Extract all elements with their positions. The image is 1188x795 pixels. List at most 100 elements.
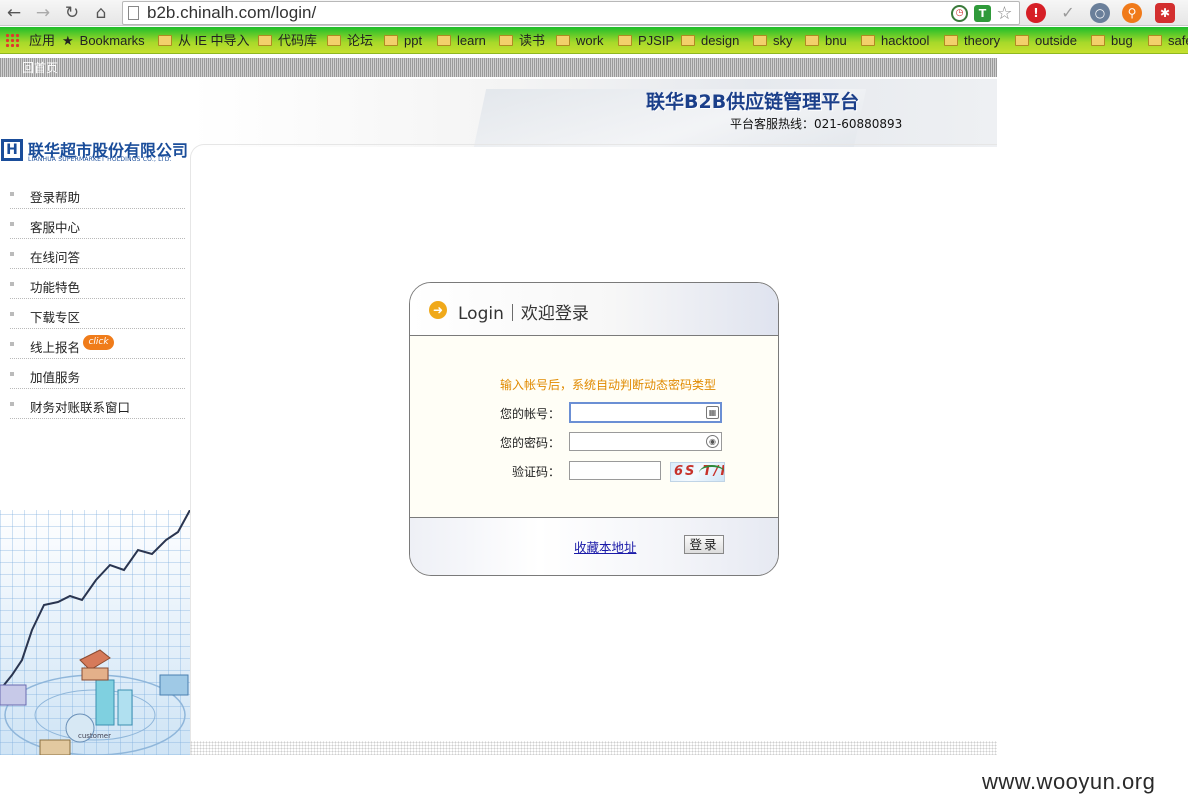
bullet-icon xyxy=(10,372,14,376)
bookmark-item[interactable]: work xyxy=(556,32,603,50)
url-text[interactable]: b2b.chinalh.com/login/ xyxy=(147,3,316,23)
bookmark-item[interactable]: learn xyxy=(437,32,486,50)
star-icon[interactable]: ☆ xyxy=(996,5,1013,23)
sidebar-item-label: 下载专区 xyxy=(30,310,81,325)
login-footer: 收藏本地址 登录 xyxy=(410,517,778,575)
bookmark-item[interactable]: PJSIP xyxy=(618,32,674,50)
folder-icon xyxy=(1148,35,1162,46)
sidebar-illustration: customer xyxy=(0,510,190,755)
folder-icon xyxy=(556,35,570,46)
account-input[interactable] xyxy=(569,402,722,423)
sidebar-item-online-signup[interactable]: 线上报名 click xyxy=(10,329,185,359)
bullet-icon xyxy=(10,312,14,316)
bullet-icon xyxy=(10,402,14,406)
sidebar-item-label: 客服中心 xyxy=(30,220,81,235)
folder-icon xyxy=(681,35,695,46)
sidebar-item-features[interactable]: 功能特色 xyxy=(10,269,185,299)
company-logo: H 联华超市股份有限公司 LIANHUA SUPERMARKET HOLDING… xyxy=(0,137,190,165)
bookmark-address-link[interactable]: 收藏本地址 xyxy=(574,537,637,556)
logo-mark-icon: H xyxy=(1,139,23,161)
forward-arrow-icon[interactable]: → xyxy=(32,2,54,24)
folder-icon xyxy=(861,35,875,46)
top-strip: 回首页 xyxy=(0,58,997,77)
bookmark-item[interactable]: safe xyxy=(1148,32,1188,50)
bookmark-item[interactable]: design xyxy=(681,32,739,50)
captcha-image[interactable]: 6S T/F xyxy=(670,462,725,482)
sidebar-item-label: 财务对账联系窗口 xyxy=(30,400,131,415)
bookmark-item[interactable]: 代码库 xyxy=(258,32,317,50)
login-button[interactable]: 登录 xyxy=(684,535,724,554)
star-icon: ★ xyxy=(62,33,74,48)
bookmark-item[interactable]: bug xyxy=(1091,32,1133,50)
captcha-noise xyxy=(699,465,724,481)
page-icon xyxy=(128,6,139,20)
sidebar-item-online-qa[interactable]: 在线问答 xyxy=(10,239,185,269)
shield-icon[interactable]: T xyxy=(974,5,991,22)
bookmark-item[interactable]: sky xyxy=(753,32,793,50)
login-header: ➜ Login｜欢迎登录 xyxy=(410,283,778,336)
folder-icon xyxy=(158,35,172,46)
site-title: 联华B2B供应链管理平台 xyxy=(646,91,860,113)
customer-label: customer xyxy=(78,732,111,740)
key-icon[interactable]: ◉ xyxy=(706,435,719,448)
sidebar-item-login-help[interactable]: 登录帮助 xyxy=(10,179,185,209)
home-icon[interactable]: ⌂ xyxy=(90,2,112,24)
folder-icon xyxy=(437,35,451,46)
circle-icon[interactable]: ○ xyxy=(1090,3,1110,23)
captcha-label: 验证码： xyxy=(512,465,561,479)
password-label: 您的密码： xyxy=(500,436,561,450)
supply-chain-graphic: customer xyxy=(0,510,190,755)
bookmark-item[interactable]: ppt xyxy=(384,32,422,50)
password-input[interactable] xyxy=(569,432,722,451)
account-label: 您的帐号： xyxy=(500,407,561,421)
back-arrow-icon[interactable]: ← xyxy=(3,2,25,24)
bookmark-item[interactable]: ★ Bookmarks xyxy=(62,32,145,50)
sidebar-item-finance-contact[interactable]: 财务对账联系窗口 xyxy=(10,389,185,419)
home-link[interactable]: 回首页 xyxy=(22,59,58,76)
clock-icon[interactable]: ◷ xyxy=(951,5,968,22)
folder-icon xyxy=(618,35,632,46)
sidebar-item-service-center[interactable]: 客服中心 xyxy=(10,209,185,239)
bookmark-item[interactable]: hacktool xyxy=(861,32,929,50)
login-panel: ➜ Login｜欢迎登录 输入帐号后，系统自动判断动态密码类型 您的帐号： ▦ … xyxy=(409,282,779,576)
bookmark-item[interactable]: 读书 xyxy=(499,32,545,50)
bookmark-item[interactable]: theory xyxy=(944,32,1000,50)
logo-english-name: LIANHUA SUPERMARKET HOLDINGS CO., LTD. xyxy=(28,156,172,163)
bullet-icon xyxy=(10,282,14,286)
search-icon[interactable]: ⚲ xyxy=(1122,3,1142,23)
service-hotline: 平台客服热线：021-60880893 xyxy=(730,117,903,131)
sidebar-item-label: 登录帮助 xyxy=(30,190,81,205)
bullet-icon xyxy=(10,342,14,346)
bookmark-item[interactable]: 论坛 xyxy=(327,32,373,50)
contact-card-icon[interactable]: ▦ xyxy=(706,406,719,419)
captcha-input[interactable] xyxy=(569,461,661,480)
sidebar-nav: 登录帮助 客服中心 在线问答 功能特色 下载专区 线上报名 click 加值服务 … xyxy=(0,179,190,419)
click-badge[interactable]: click xyxy=(83,335,114,350)
address-bar[interactable]: b2b.chinalh.com/login/ ◷ T ☆ xyxy=(122,1,1020,25)
puzzle-icon[interactable]: ✱ xyxy=(1155,3,1175,23)
sidebar-item-label: 功能特色 xyxy=(30,280,81,295)
folder-icon xyxy=(327,35,341,46)
folder-icon xyxy=(499,35,513,46)
folder-icon xyxy=(1091,35,1105,46)
bookmark-item[interactable]: 从 IE 中导入 xyxy=(158,32,250,50)
stop-icon[interactable]: ! xyxy=(1026,3,1046,23)
check-icon[interactable]: ✓ xyxy=(1058,3,1078,23)
arrow-right-icon: ➜ xyxy=(429,301,447,319)
folder-icon xyxy=(258,35,272,46)
reload-icon[interactable]: ↻ xyxy=(61,2,83,24)
sidebar-item-downloads[interactable]: 下载专区 xyxy=(10,299,185,329)
bullet-icon xyxy=(10,222,14,226)
folder-icon xyxy=(753,35,767,46)
bookmark-apps[interactable]: 应用 xyxy=(5,32,55,50)
bullet-icon xyxy=(10,252,14,256)
watermark: www.wooyun.org xyxy=(982,769,1156,794)
sidebar-item-value-added[interactable]: 加值服务 xyxy=(10,359,185,389)
login-form: 输入帐号后，系统自动判断动态密码类型 您的帐号： ▦ 您的密码： ◉ 验证码： … xyxy=(410,336,778,518)
bookmark-item[interactable]: bnu xyxy=(805,32,847,50)
folder-icon xyxy=(1015,35,1029,46)
bookmark-item[interactable]: outside xyxy=(1015,32,1077,50)
browser-toolbar: ← → ↻ ⌂ b2b.chinalh.com/login/ ◷ T ☆ ! ✓… xyxy=(0,0,1188,26)
sidebar-item-label: 在线问答 xyxy=(30,250,81,265)
sidebar-item-label: 加值服务 xyxy=(30,370,81,385)
